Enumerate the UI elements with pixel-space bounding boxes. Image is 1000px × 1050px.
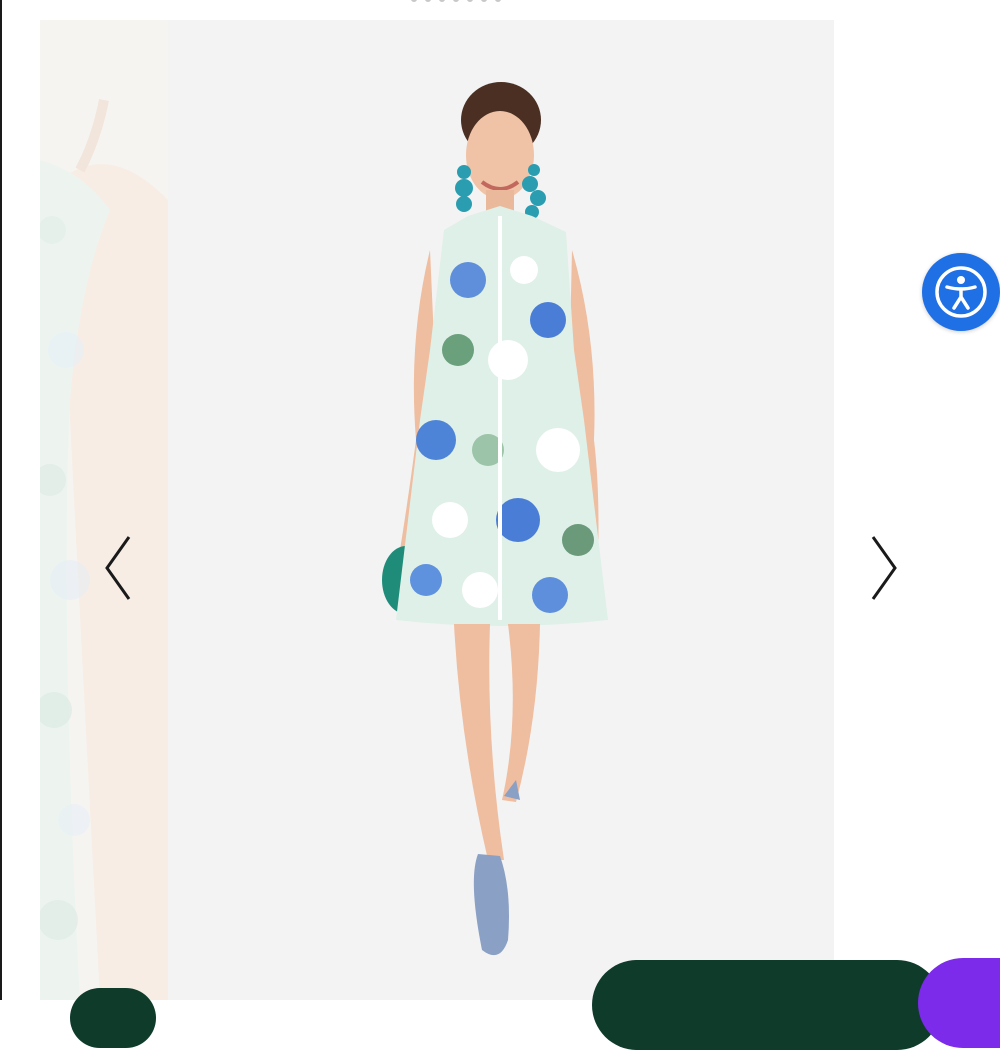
shop-pay-button[interactable] [918, 958, 1000, 1048]
main-product-image[interactable] [168, 20, 834, 1000]
chevron-left-icon [105, 536, 131, 600]
accessibility-button[interactable] [922, 253, 1000, 331]
carousel-dot[interactable] [467, 0, 473, 2]
carousel-dots [348, 0, 564, 4]
carousel-dot[interactable] [439, 0, 445, 2]
previous-product-image [40, 20, 168, 1000]
carousel-dot[interactable] [481, 0, 487, 2]
accessibility-person-icon [935, 266, 987, 318]
left-border [0, 0, 2, 1000]
add-to-bag-button[interactable] [592, 960, 942, 1050]
previous-image-button[interactable] [94, 532, 142, 604]
carousel-dot[interactable] [411, 0, 417, 2]
chat-bubble-partial[interactable] [70, 988, 156, 1048]
carousel-dot[interactable] [425, 0, 431, 2]
next-image-button[interactable] [860, 532, 908, 604]
chevron-right-icon [871, 536, 897, 600]
carousel-dot[interactable] [453, 0, 459, 2]
carousel-dot[interactable] [495, 0, 501, 2]
